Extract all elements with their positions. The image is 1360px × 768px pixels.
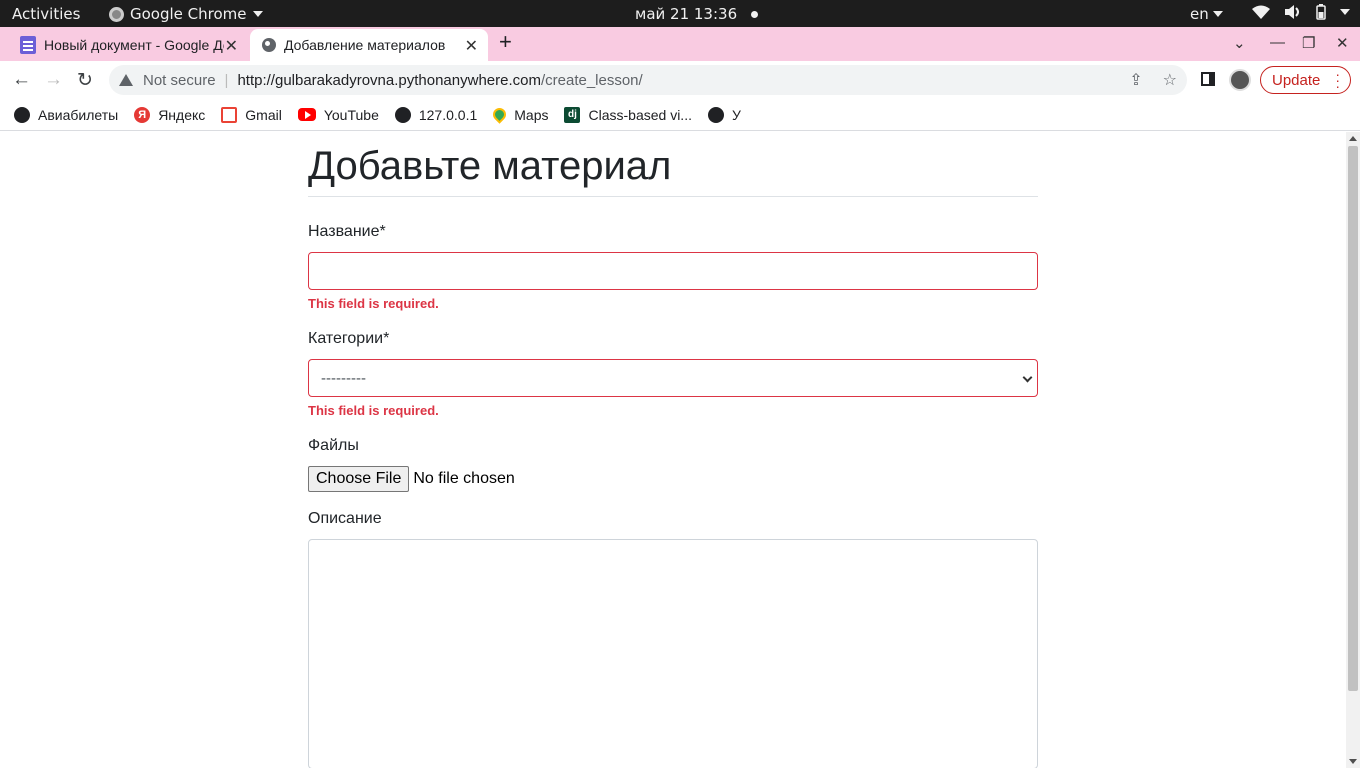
scrollbar-thumb[interactable] [1348, 146, 1358, 691]
input-language-menu[interactable]: en [1190, 5, 1223, 23]
share-icon[interactable]: ⇪ [1129, 70, 1142, 90]
bookmark-localhost[interactable]: 127.0.0.1 [394, 106, 478, 123]
wifi-icon [1252, 5, 1270, 19]
page-viewport: Добавьте материал Название* This field i… [0, 132, 1346, 768]
bookmark-label: YouTube [323, 106, 379, 123]
window-close-icon[interactable]: ✕ [1336, 34, 1349, 52]
page-scrollbar[interactable] [1346, 132, 1360, 768]
clock[interactable]: май 21 13:36 [635, 5, 759, 23]
browser-toolbar: ← → ↻ Not secure | http://gulbarakadyrov… [0, 61, 1360, 99]
tab-google-docs[interactable]: Новый документ - Google Документы ✕ [8, 29, 248, 61]
description-textarea[interactable] [308, 539, 1038, 768]
docs-icon [20, 36, 36, 54]
bookmark-maps[interactable]: Maps [490, 105, 549, 124]
bookmark-aviabilety[interactable]: Авиабилеты [14, 106, 119, 123]
bookmark-u[interactable]: У [707, 106, 741, 123]
file-status: No file chosen [413, 470, 515, 487]
bookmark-label: 127.0.0.1 [418, 106, 478, 123]
tab-title: Добавление материалов [284, 37, 446, 53]
category-selected-value: --------- [321, 369, 366, 387]
battery-icon [1316, 4, 1326, 20]
category-error: This field is required. [308, 403, 439, 418]
chevron-down-icon [1212, 11, 1223, 17]
description-label: Описание [308, 510, 382, 527]
new-tab-button[interactable]: + [499, 29, 512, 55]
url-path: /create_lesson/ [540, 71, 643, 89]
notification-dot-icon [751, 10, 759, 18]
more-vert-icon: · · · [1335, 66, 1340, 94]
lesson-form: Добавьте материал Название* This field i… [308, 132, 1038, 768]
bookmark-label: Class-based vi... [588, 106, 692, 123]
tab-add-materials[interactable]: Добавление материалов ✕ [250, 29, 488, 61]
bookmark-youtube[interactable]: YouTube [297, 106, 379, 123]
django-icon: dj [564, 106, 581, 123]
clock-label: май 21 13:36 [635, 5, 738, 23]
maps-icon [490, 105, 509, 124]
divider: | [224, 71, 229, 89]
tab-search-icon[interactable]: ⌄ [1233, 34, 1246, 52]
minimize-icon[interactable]: — [1270, 34, 1285, 51]
avatar[interactable] [1229, 69, 1251, 91]
scroll-down-icon[interactable] [1349, 759, 1357, 764]
globe-icon [262, 38, 276, 52]
system-menu[interactable] [1252, 4, 1350, 20]
chevron-down-icon [1340, 9, 1350, 15]
category-select[interactable]: --------- [308, 359, 1038, 397]
restore-icon[interactable]: ❐ [1302, 34, 1315, 52]
tab-title: Новый документ - Google Документы [44, 37, 224, 53]
omnibox-actions: ⇪ ☆ [1129, 70, 1177, 90]
system-top-bar: Activities Google Chrome май 21 13:36 en [0, 0, 1360, 27]
name-error: This field is required. [308, 296, 439, 311]
globe-icon [394, 106, 411, 123]
youtube-icon [297, 108, 316, 121]
page-title: Добавьте материал [308, 142, 1038, 197]
forward-arrow-icon[interactable]: → [44, 69, 63, 91]
bookmark-class-based-views[interactable]: dj Class-based vi... [564, 106, 692, 123]
back-arrow-icon[interactable]: ← [12, 69, 31, 91]
files-label: Файлы [308, 437, 359, 454]
bookmark-label: Яндекс [158, 106, 206, 123]
bookmark-label: Gmail [245, 106, 282, 123]
app-menu[interactable]: Google Chrome [109, 5, 263, 23]
reload-icon[interactable]: ↻ [77, 69, 93, 92]
gmail-icon [221, 106, 238, 123]
activities-button[interactable]: Activities [12, 5, 80, 23]
choose-file-button[interactable]: Choose File [308, 466, 410, 492]
tab-strip: Новый документ - Google Документы ✕ Доба… [0, 27, 1360, 61]
category-label: Категории* [308, 330, 390, 347]
app-menu-label: Google Chrome [130, 5, 247, 23]
update-button[interactable]: Update · · · [1260, 66, 1351, 94]
bookmark-star-icon[interactable]: ☆ [1163, 70, 1177, 90]
chrome-icon [109, 6, 124, 22]
close-icon[interactable]: ✕ [225, 36, 238, 56]
name-input[interactable] [308, 252, 1038, 290]
name-label: Название* [308, 223, 386, 240]
language-label: en [1190, 5, 1209, 23]
volume-icon [1285, 5, 1299, 19]
file-input: Choose File No file chosen [308, 466, 1038, 492]
bookmark-gmail[interactable]: Gmail [221, 106, 282, 123]
yandex-icon: Я [134, 106, 151, 123]
bookmark-label: Авиабилеты [38, 106, 119, 123]
security-status[interactable]: Not secure [143, 72, 216, 89]
url-host: http://gulbarakadyrovna.pythonanywhere.c… [237, 71, 541, 89]
close-icon[interactable]: ✕ [465, 36, 478, 56]
bookmark-label: У [731, 106, 741, 123]
bookmark-label: Maps [514, 106, 549, 123]
warning-icon [119, 74, 133, 86]
update-label: Update [1272, 71, 1321, 89]
address-bar[interactable]: Not secure | http://gulbarakadyrovna.pyt… [109, 65, 1187, 95]
globe-icon [14, 106, 30, 123]
scroll-up-icon[interactable] [1349, 136, 1357, 141]
globe-icon [707, 106, 724, 123]
side-panel-icon[interactable] [1201, 72, 1215, 86]
chevron-down-icon [252, 11, 263, 17]
bookmark-yandex[interactable]: Я Яндекс [134, 106, 206, 123]
bookmarks-bar: Авиабилеты Я Яндекс Gmail YouTube 127.0.… [0, 99, 1360, 131]
chevron-down-icon [1022, 372, 1033, 383]
